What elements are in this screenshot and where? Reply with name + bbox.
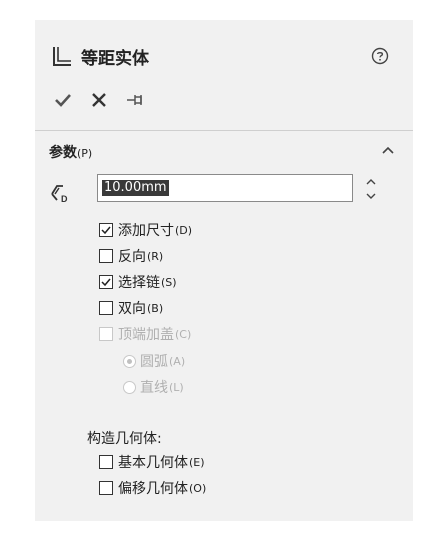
spinner-up-icon <box>366 179 376 185</box>
bidirectional-key: (B) <box>147 301 164 315</box>
parameters-title-key: (P) <box>77 147 93 160</box>
line-cap-label: 直线 <box>140 380 168 396</box>
panel-title: 等距实体 <box>81 48 149 69</box>
select-chain-key: (S) <box>161 275 177 289</box>
bidirectional-checkbox[interactable] <box>99 301 113 315</box>
construction-geometry-label: 构造几何体: <box>87 431 162 447</box>
base-geometry-option[interactable]: 基本几何体 (E) <box>99 452 205 472</box>
base-geometry-checkbox[interactable] <box>99 455 113 469</box>
offset-entities-icon <box>53 47 71 66</box>
parameters-section-header[interactable]: 参数(P) <box>49 142 92 162</box>
close-icon <box>92 93 106 107</box>
help-icon[interactable] <box>371 47 389 65</box>
reverse-label: 反向 <box>118 249 146 265</box>
arc-cap-key: (A) <box>169 354 186 368</box>
panel-header: 等距实体 <box>51 44 149 69</box>
distance-spinner[interactable] <box>365 175 377 203</box>
parameters-title: 参数 <box>49 145 77 161</box>
line-cap-radio <box>123 380 136 394</box>
pin-button[interactable] <box>125 90 147 112</box>
checkmark-icon <box>55 94 71 107</box>
ok-button[interactable] <box>53 90 75 112</box>
checkbox-check-icon <box>101 278 111 287</box>
offset-distance-icon: D <box>51 185 68 204</box>
add-dimensions-label: 添加尺寸 <box>118 223 174 239</box>
select-chain-option[interactable]: 选择链 (S) <box>99 272 177 292</box>
reverse-key: (R) <box>147 249 164 263</box>
offset-geometry-key: (O) <box>189 481 207 495</box>
checkbox-check-icon <box>101 226 111 235</box>
base-geometry-key: (E) <box>189 455 205 469</box>
select-chain-label: 选择链 <box>118 275 160 291</box>
chevron-up-icon[interactable] <box>381 145 395 155</box>
offset-distance-value: 10.00mm <box>102 180 169 196</box>
add-dimensions-checkbox[interactable] <box>99 223 113 237</box>
bidirectional-label: 双向 <box>118 301 146 317</box>
offset-geometry-checkbox[interactable] <box>99 481 113 495</box>
bidirectional-option[interactable]: 双向 (B) <box>99 298 163 318</box>
arc-cap-radio <box>123 354 136 368</box>
add-dimensions-option[interactable]: 添加尺寸 (D) <box>99 220 192 240</box>
line-cap-key: (L) <box>169 380 184 394</box>
arc-cap-option: 圆弧 (A) <box>123 351 185 371</box>
svg-text:D: D <box>61 194 68 204</box>
radio-selected-dot <box>127 358 132 364</box>
offset-geometry-label: 偏移几何体 <box>118 481 188 497</box>
cap-ends-key: (C) <box>175 327 192 341</box>
cap-ends-checkbox <box>99 327 113 341</box>
cap-ends-option: 顶端加盖 (C) <box>99 324 191 344</box>
property-manager-panel: 等距实体 参数(P) D 10.00mm 添加尺寸 (D) 反向 (R) 选择链… <box>35 20 413 521</box>
header-divider <box>35 130 413 131</box>
offset-distance-input[interactable]: 10.00mm <box>97 174 353 202</box>
arc-cap-label: 圆弧 <box>140 354 168 370</box>
spinner-down-icon <box>366 193 376 199</box>
cap-ends-label: 顶端加盖 <box>118 327 174 343</box>
reverse-checkbox[interactable] <box>99 249 113 263</box>
line-cap-option: 直线 (L) <box>123 377 184 397</box>
add-dimensions-key: (D) <box>175 223 193 237</box>
select-chain-checkbox[interactable] <box>99 275 113 289</box>
pushpin-icon <box>127 95 142 105</box>
action-buttons <box>53 90 161 112</box>
base-geometry-label: 基本几何体 <box>118 455 188 471</box>
cancel-button[interactable] <box>89 90 111 112</box>
reverse-option[interactable]: 反向 (R) <box>99 246 163 266</box>
offset-geometry-option[interactable]: 偏移几何体 (O) <box>99 478 206 498</box>
